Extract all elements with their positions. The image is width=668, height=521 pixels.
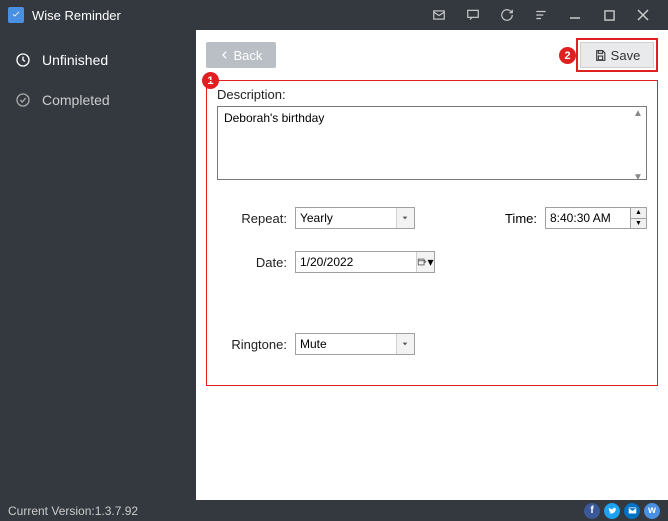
repeat-value: Yearly: [300, 211, 333, 225]
menu-icon[interactable]: [524, 0, 558, 30]
minimize-button[interactable]: [558, 0, 592, 30]
maximize-button[interactable]: [592, 0, 626, 30]
description-input[interactable]: [217, 106, 647, 180]
repeat-label: Repeat:: [217, 211, 287, 226]
wise-icon[interactable]: w: [644, 503, 660, 519]
app-title: Wise Reminder: [32, 8, 121, 23]
save-button[interactable]: Save: [580, 42, 654, 68]
sidebar-item-label: Completed: [42, 92, 110, 108]
time-label: Time:: [505, 211, 537, 226]
annotation-badge-2: 2: [559, 47, 576, 64]
title-bar: Wise Reminder: [0, 0, 668, 30]
toolbar: Back Save: [206, 36, 658, 74]
clock-icon: [14, 51, 32, 69]
ringtone-label: Ringtone:: [217, 337, 287, 352]
ringtone-value: Mute: [300, 337, 327, 351]
description-label: Description:: [217, 87, 647, 102]
sidebar-item-completed[interactable]: Completed: [0, 80, 196, 120]
close-button[interactable]: [626, 0, 660, 30]
calendar-dropdown-icon: ▾: [416, 252, 434, 272]
mail-icon[interactable]: [422, 0, 456, 30]
sidebar-item-label: Unfinished: [42, 52, 108, 68]
time-value: 8:40:30 AM: [550, 211, 611, 225]
app-logo-icon: [8, 7, 24, 23]
spinner-up-icon[interactable]: ▲: [631, 208, 646, 219]
save-highlight-frame: Save: [576, 38, 658, 72]
version-label: Current Version:: [8, 504, 95, 518]
sidebar-item-unfinished[interactable]: Unfinished: [0, 40, 196, 80]
date-value: 1/20/2022: [300, 255, 353, 269]
facebook-icon[interactable]: f: [584, 503, 600, 519]
chevron-down-icon: [396, 334, 414, 354]
ringtone-select[interactable]: Mute: [295, 333, 415, 355]
refresh-icon[interactable]: [490, 0, 524, 30]
form-panel: Description: ▲ ▼ Repeat: Yearly Time: 8:…: [206, 80, 658, 386]
date-label: Date:: [217, 255, 287, 270]
time-input[interactable]: 8:40:30 AM ▲ ▼: [545, 207, 647, 229]
content-area: Back Save 1 2 Description: ▲ ▼ Repeat: [196, 30, 668, 500]
time-spinner[interactable]: ▲ ▼: [630, 208, 646, 228]
repeat-select[interactable]: Yearly: [295, 207, 415, 229]
spinner-down-icon[interactable]: ▼: [631, 219, 646, 229]
status-bar: Current Version: 1.3.7.92 f w: [0, 500, 668, 521]
sidebar: Unfinished Completed: [0, 30, 196, 500]
back-button[interactable]: Back: [206, 42, 276, 68]
back-button-label: Back: [234, 48, 263, 63]
twitter-icon[interactable]: [604, 503, 620, 519]
save-button-label: Save: [611, 48, 641, 63]
version-value: 1.3.7.92: [95, 504, 138, 518]
feedback-icon[interactable]: [456, 0, 490, 30]
date-input[interactable]: 1/20/2022 ▾: [295, 251, 435, 273]
chevron-down-icon: [396, 208, 414, 228]
check-circle-icon: [14, 91, 32, 109]
email-icon[interactable]: [624, 503, 640, 519]
